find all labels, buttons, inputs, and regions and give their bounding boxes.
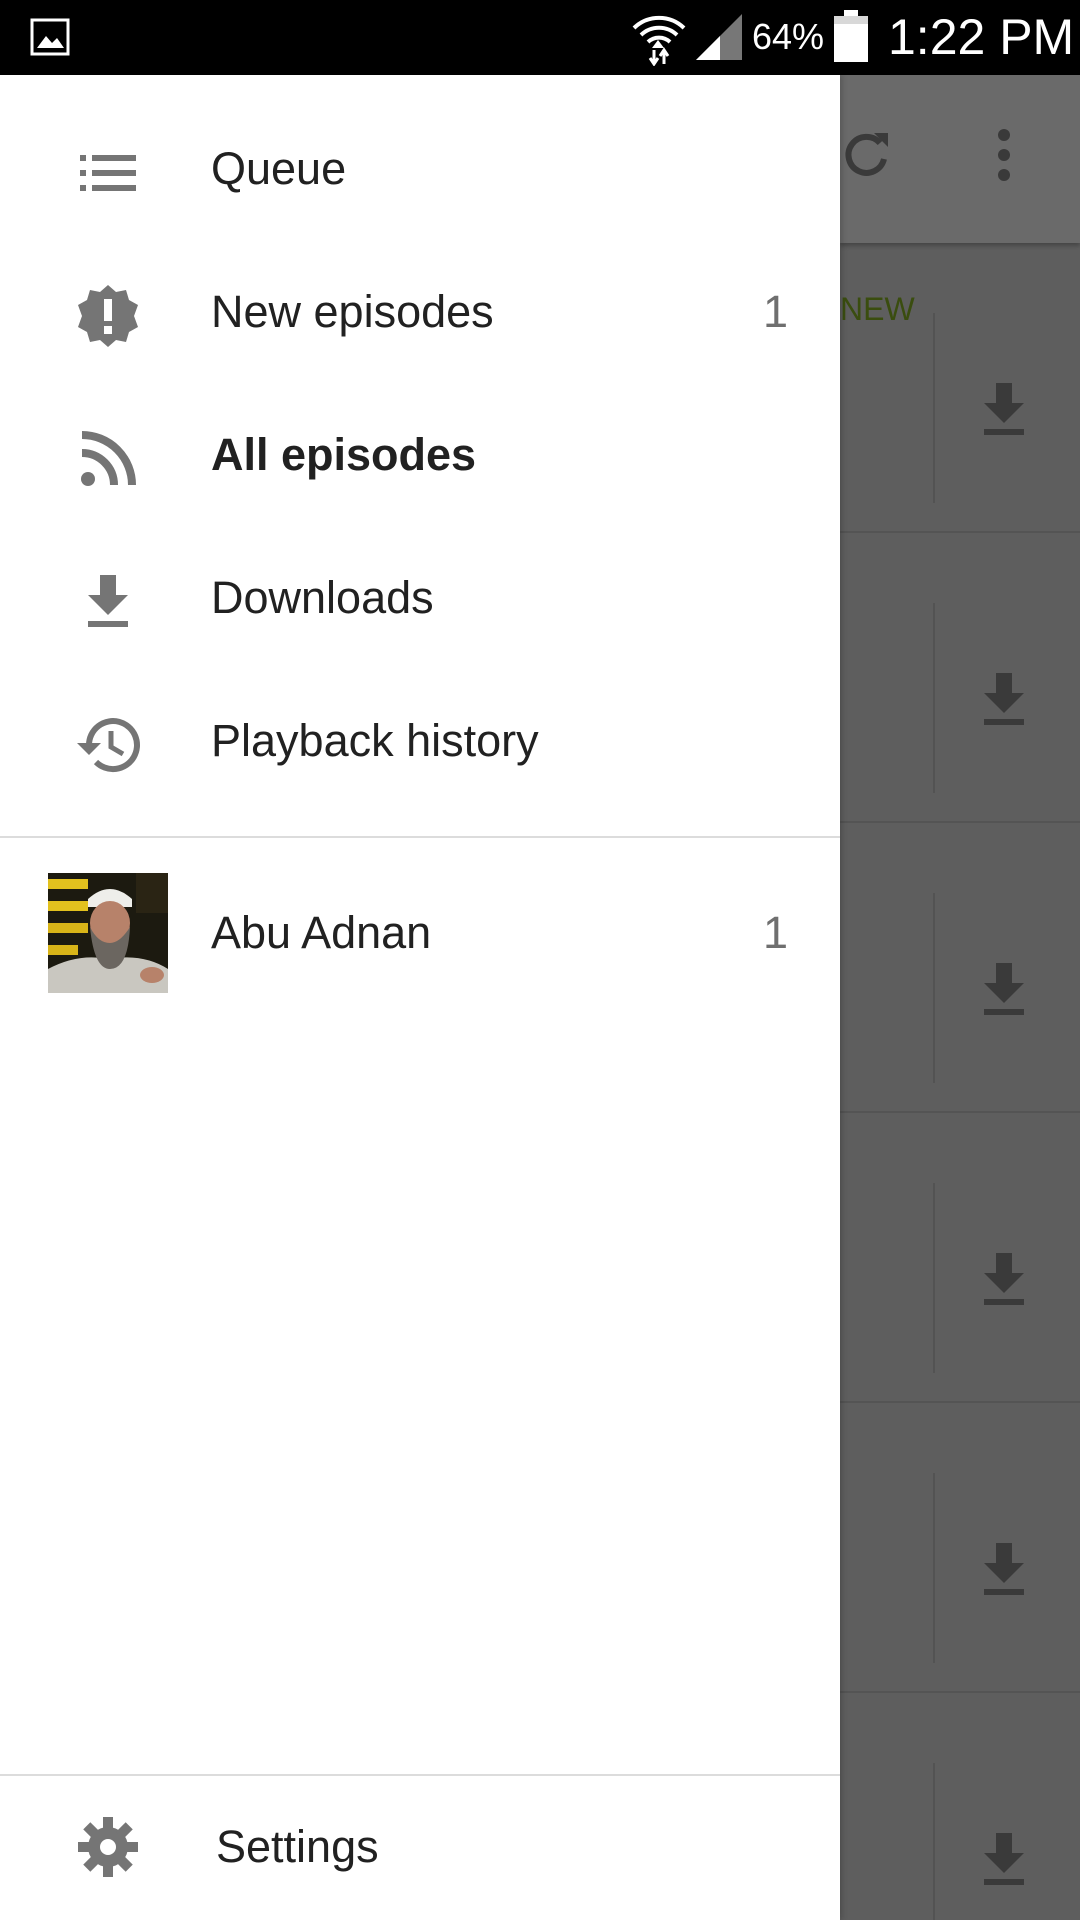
- background-list-item: [840, 1403, 1080, 1693]
- background-list-item: [840, 823, 1080, 1113]
- section-divider: [0, 836, 840, 838]
- nav-item-label: Downloads: [211, 572, 434, 623]
- nav-item-queue[interactable]: Queue: [0, 101, 840, 244]
- settings-button[interactable]: Settings: [0, 1779, 840, 1920]
- new-episodes-icon: [70, 284, 146, 348]
- nav-item-playback-history[interactable]: Playback history: [0, 673, 840, 816]
- nav-item-new-episodes[interactable]: New episodes 1: [0, 244, 840, 387]
- nav-item-label: All episodes: [211, 429, 477, 480]
- download-icon: [982, 1833, 1026, 1892]
- refresh-icon: [840, 129, 892, 186]
- nav-item-label: New episodes: [211, 286, 494, 337]
- podcast-cover-image: [48, 873, 168, 993]
- clock: 1:22 PM: [888, 9, 1075, 65]
- divider: [933, 603, 935, 793]
- background-list-item: [840, 1113, 1080, 1403]
- background-list-item: NEW: [840, 243, 1080, 533]
- subscription-item[interactable]: Abu Adnan 1: [0, 863, 840, 1007]
- gallery-icon: [30, 18, 70, 61]
- queue-list-icon: [70, 141, 146, 205]
- download-icon: [982, 1543, 1026, 1602]
- cell-signal-icon: [694, 12, 744, 67]
- more-vert-icon: [996, 129, 1012, 186]
- nav-item-downloads[interactable]: Downloads: [0, 530, 840, 673]
- settings-label: Settings: [216, 1821, 379, 1872]
- background-episode-list: NEW: [840, 75, 1080, 1920]
- background-toolbar: [840, 75, 1080, 243]
- status-bar: 64% 1:22 PM: [0, 0, 1080, 75]
- divider: [933, 1763, 935, 1920]
- new-badge: NEW: [840, 291, 915, 327]
- nav-item-count: 1: [762, 286, 788, 337]
- nav-item-label: Queue: [211, 143, 347, 194]
- background-list-item: [840, 1693, 1080, 1920]
- download-icon: [982, 673, 1026, 732]
- divider: [933, 1183, 935, 1373]
- subscription-title: Abu Adnan: [211, 907, 432, 958]
- subscription-count: 1: [762, 907, 788, 958]
- download-icon: [70, 570, 146, 634]
- nav-item-label: Playback history: [211, 715, 539, 766]
- rss-feed-icon: [70, 427, 146, 491]
- download-icon: [982, 963, 1026, 1022]
- nav-item-all-episodes[interactable]: All episodes: [0, 387, 840, 530]
- background-list-item: [840, 533, 1080, 823]
- divider: [933, 1473, 935, 1663]
- battery-icon: [832, 10, 870, 69]
- battery-percent: 64%: [752, 16, 825, 57]
- gear-icon: [70, 1815, 146, 1879]
- download-icon: [982, 1253, 1026, 1312]
- download-icon: [982, 383, 1026, 442]
- history-icon: [70, 713, 146, 777]
- divider: [933, 313, 935, 503]
- wifi-icon: [630, 10, 688, 71]
- divider: [933, 893, 935, 1083]
- navigation-drawer: Queue New episodes 1 All episodes Downlo…: [0, 75, 840, 1920]
- footer-divider: [0, 1774, 840, 1776]
